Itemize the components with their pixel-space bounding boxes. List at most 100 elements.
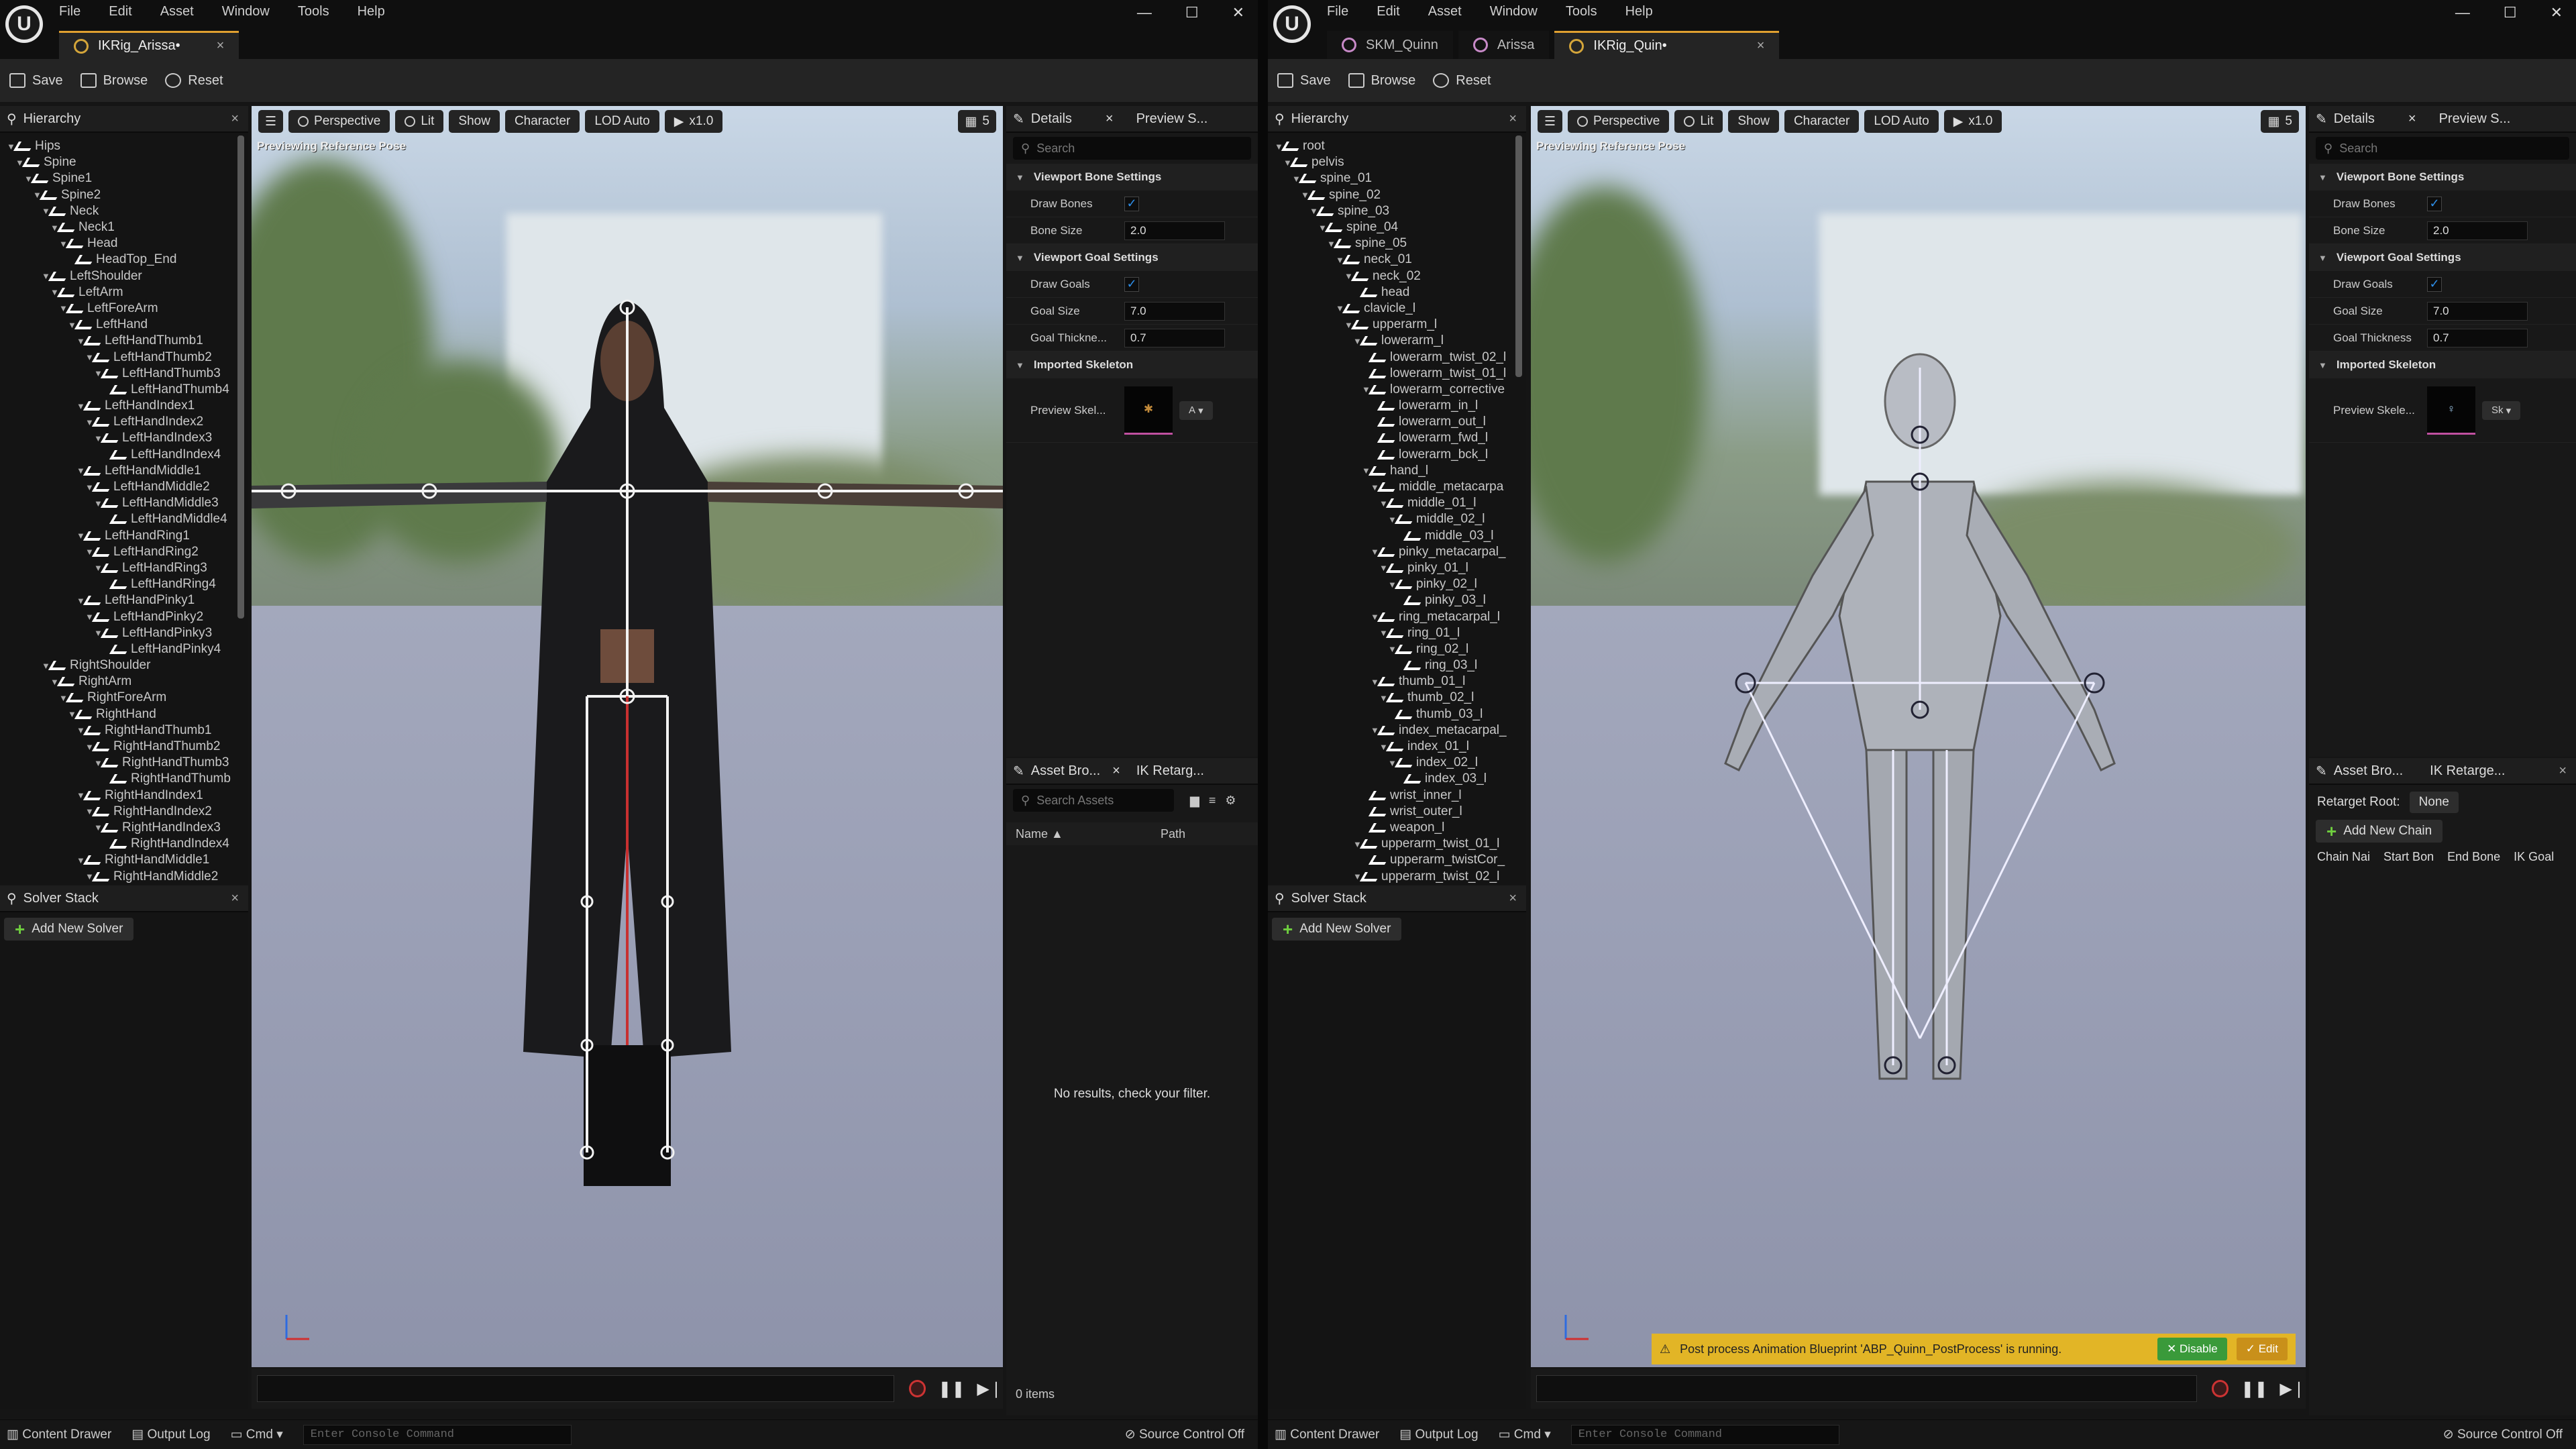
record-button[interactable]: [2211, 1380, 2229, 1397]
bone-row[interactable]: pinky_03_l: [1268, 592, 1510, 608]
bone-row[interactable]: ▼ RightHandThumb3: [0, 755, 232, 771]
bone-row[interactable]: lowerarm_twist_01_l: [1268, 366, 1510, 382]
name-column-header[interactable]: Name ▲: [1006, 827, 1161, 841]
path-column-header[interactable]: Path: [1161, 827, 1185, 841]
bone-row[interactable]: ▼ LeftHandMiddle2: [0, 479, 232, 495]
bone-row[interactable]: lowerarm_fwd_l: [1268, 430, 1510, 446]
bone-row[interactable]: ▼ ring_01_l: [1268, 625, 1510, 641]
filter-icon[interactable]: ≡: [1209, 794, 1216, 808]
bone-row[interactable]: RightHandIndex4: [0, 836, 232, 852]
bone-row[interactable]: ▼ LeftHandThumb2: [0, 349, 232, 365]
lod-button[interactable]: LOD Auto: [585, 110, 659, 133]
bone-row[interactable]: LeftHandMiddle4: [0, 511, 232, 527]
bone-row[interactable]: ▼ RightShoulder: [0, 657, 232, 674]
bone-row[interactable]: ▼ RightHandMiddle1: [0, 852, 232, 868]
bone-row[interactable]: ▼ thumb_01_l: [1268, 674, 1510, 690]
maximize-icon[interactable]: ☐: [2504, 4, 2517, 21]
bone-row[interactable]: index_03_l: [1268, 771, 1510, 787]
bone-row[interactable]: lowerarm_in_l: [1268, 398, 1510, 414]
bone-row[interactable]: ▼ Spine1: [0, 170, 232, 186]
close-panel-icon[interactable]: ×: [1509, 891, 1517, 906]
retarget-root-dropdown[interactable]: None: [2409, 792, 2459, 813]
bone-size-field[interactable]: 2.0: [2427, 221, 2528, 240]
bone-row[interactable]: ▼ spine_02: [1268, 187, 1510, 203]
bone-row[interactable]: ▼ LeftHandMiddle3: [0, 495, 232, 511]
disable-button[interactable]: ✕ Disable: [2157, 1338, 2227, 1360]
tab-asset-browser[interactable]: Asset Bro...: [2334, 763, 2403, 779]
menu-edit[interactable]: Edit: [109, 4, 131, 19]
bone-row[interactable]: ▼ upperarm_twist_02_l: [1268, 868, 1510, 884]
bone-row[interactable]: ▼ middle_01_l: [1268, 495, 1510, 511]
show-button[interactable]: Show: [1728, 110, 1779, 133]
bone-row[interactable]: lowerarm_bck_l: [1268, 447, 1510, 463]
bone-row[interactable]: ▼ upperarm_l: [1268, 317, 1510, 333]
bone-row[interactable]: ▼ LeftHand: [0, 317, 232, 333]
bone-row[interactable]: ▼ pinky_metacarpal_: [1268, 544, 1510, 560]
close-tab-icon[interactable]: ×: [217, 38, 225, 54]
save-button[interactable]: Save: [9, 73, 63, 89]
bone-row[interactable]: weapon_l: [1268, 820, 1510, 836]
lit-button[interactable]: Lit: [395, 110, 444, 133]
skeleton-thumbnail[interactable]: ✱: [1124, 386, 1173, 435]
menu-tools[interactable]: Tools: [298, 4, 329, 19]
bone-row[interactable]: ▼ Spine2: [0, 187, 232, 203]
bone-row[interactable]: ▼ RightHandIndex1: [0, 788, 232, 804]
bone-row[interactable]: ▼ lowerarm_corrective: [1268, 382, 1510, 398]
viewport-goal-settings-section[interactable]: Viewport Goal Settings: [2309, 244, 2576, 271]
bone-row[interactable]: ▼ pinky_01_l: [1268, 560, 1510, 576]
close-details-icon[interactable]: ×: [1106, 111, 1114, 127]
browse-button[interactable]: Browse: [1348, 73, 1415, 89]
reset-button[interactable]: Reset: [165, 73, 223, 89]
bone-row[interactable]: ▼ middle_metacarpa: [1268, 479, 1510, 495]
bone-row[interactable]: ▼ hand_l: [1268, 463, 1510, 479]
bone-row[interactable]: ▼ RightHandMiddle2: [0, 868, 232, 884]
bone-row[interactable]: ▼ RightForeArm: [0, 690, 232, 706]
add-new-solver-button[interactable]: + Add New Solver: [1272, 918, 1402, 941]
bone-row[interactable]: LeftHandThumb4: [0, 382, 232, 398]
reset-button[interactable]: Reset: [1433, 73, 1491, 89]
tab-arissa[interactable]: Arissa: [1458, 31, 1550, 59]
hierarchy-scrollbar[interactable]: [237, 136, 244, 619]
grid-snap-button[interactable]: ▦ 5: [2261, 110, 2299, 133]
bone-row[interactable]: ▼ Hips: [0, 138, 232, 154]
character-button[interactable]: Character: [1784, 110, 1860, 133]
close-tab-icon[interactable]: ×: [1757, 38, 1765, 54]
bone-row[interactable]: ▼ index_01_l: [1268, 739, 1510, 755]
bone-row[interactable]: ▼ LeftHandRing1: [0, 528, 232, 544]
bone-row[interactable]: ▼ LeftHandIndex3: [0, 430, 232, 446]
menu-asset[interactable]: Asset: [1428, 4, 1462, 19]
bone-row[interactable]: ▼ neck_02: [1268, 268, 1510, 284]
minimize-icon[interactable]: —: [1137, 4, 1152, 21]
bone-row[interactable]: ▼ upperarm_twist_01_l: [1268, 836, 1510, 852]
close-details-icon[interactable]: ×: [2408, 111, 2416, 127]
bone-row[interactable]: ▼ RightHandThumb2: [0, 739, 232, 755]
bone-row[interactable]: ring_03_l: [1268, 657, 1510, 674]
bone-row[interactable]: ▼ LeftShoulder: [0, 268, 232, 284]
viewport[interactable]: ☰ Perspective Lit Show Character LOD Aut…: [252, 106, 1003, 1367]
tab-ik-retargeting[interactable]: IK Retarg...: [1136, 763, 1204, 779]
bone-row[interactable]: ▼ Neck1: [0, 219, 232, 235]
bone-row[interactable]: ▼ LeftArm: [0, 284, 232, 301]
add-new-chain-button[interactable]: + Add New Chain: [2316, 820, 2443, 843]
add-new-solver-button[interactable]: + Add New Solver: [4, 918, 134, 941]
cmd-dropdown[interactable]: ▭ Cmd ▾: [231, 1427, 283, 1442]
pause-button[interactable]: ❚❚: [938, 1379, 965, 1399]
bone-row[interactable]: HeadTop_End: [0, 252, 232, 268]
viewport-menu-button[interactable]: ☰: [258, 110, 284, 133]
bone-row[interactable]: ▼ ring_metacarpal_l: [1268, 608, 1510, 625]
tab-preview-settings[interactable]: Preview S...: [1136, 111, 1208, 127]
close-window-icon[interactable]: ✕: [2551, 4, 2563, 21]
tab-asset-browser[interactable]: Asset Bro...: [1031, 763, 1100, 779]
viewport-bone-settings-section[interactable]: Viewport Bone Settings: [1006, 164, 1258, 191]
perspective-button[interactable]: Perspective: [1568, 110, 1670, 133]
step-forward-button[interactable]: ▶❘: [977, 1379, 1003, 1399]
bone-row[interactable]: ▼ pelvis: [1268, 154, 1510, 170]
record-button[interactable]: [908, 1380, 926, 1397]
bone-row[interactable]: ▼ spine_03: [1268, 203, 1510, 219]
bone-row[interactable]: ▼ RightArm: [0, 674, 232, 690]
bone-row[interactable]: ▼ RightHandIndex2: [0, 804, 232, 820]
settings-gear-icon[interactable]: ⚙: [1225, 794, 1236, 808]
pause-button[interactable]: ❚❚: [2241, 1379, 2267, 1399]
console-command-input[interactable]: Enter Console Command: [1570, 1424, 1839, 1445]
perspective-button[interactable]: Perspective: [288, 110, 390, 133]
